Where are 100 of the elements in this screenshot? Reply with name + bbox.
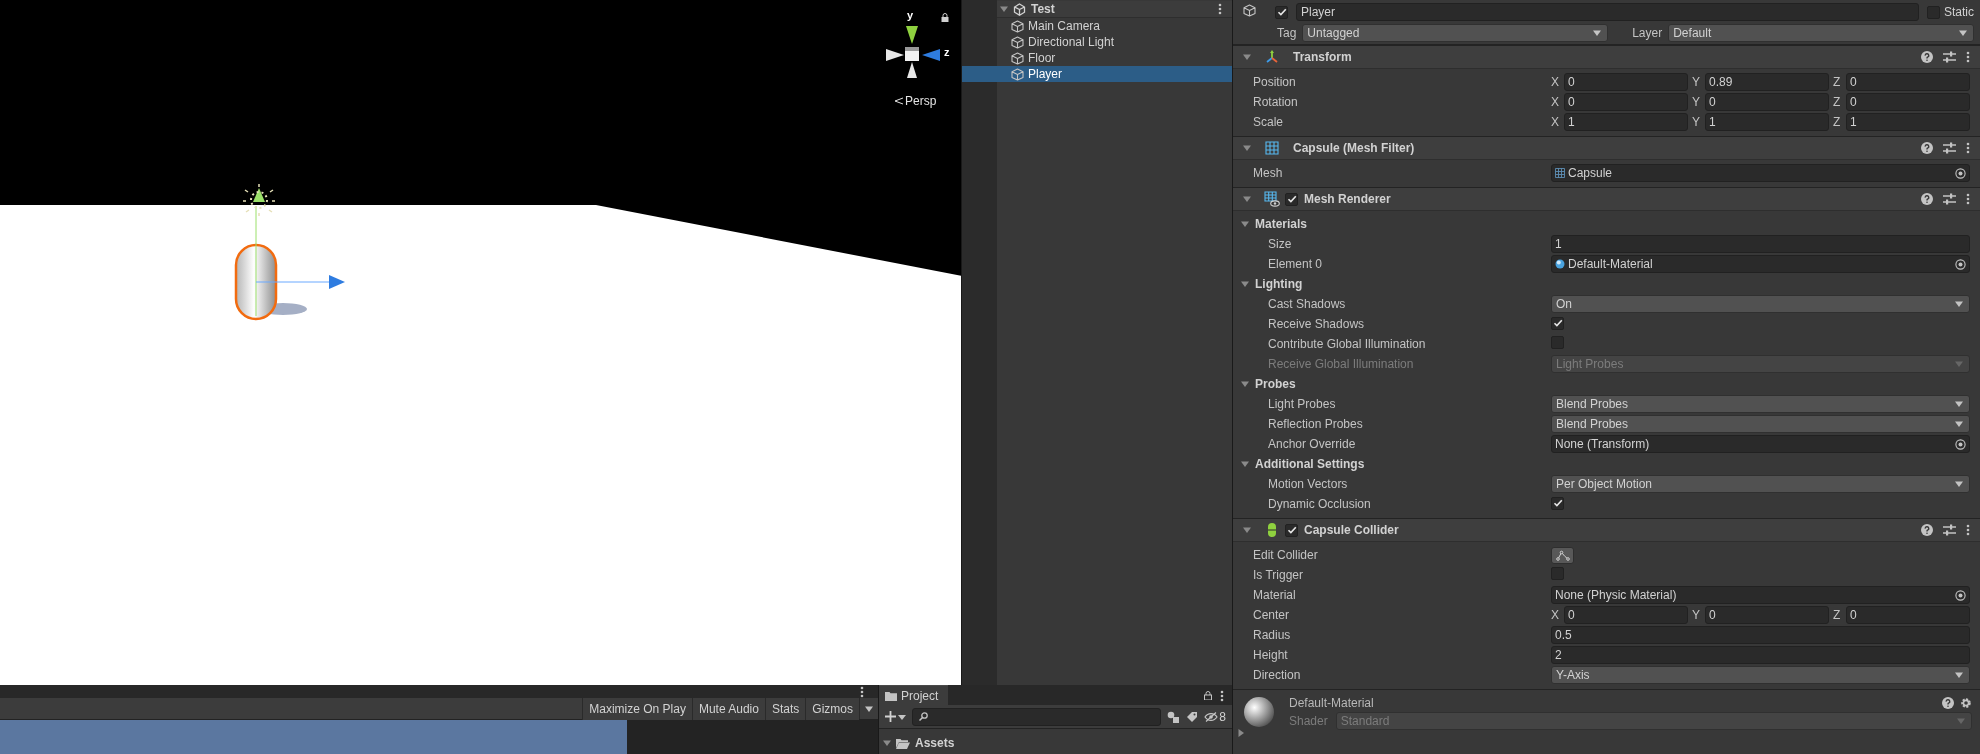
caret-icon[interactable] — [1000, 5, 1008, 13]
object-picker-icon[interactable] — [1955, 167, 1966, 179]
toolbar-button[interactable]: Stats — [764, 698, 806, 720]
caret-icon[interactable] — [1955, 480, 1963, 488]
layer-dropdown[interactable]: Default — [1668, 24, 1974, 42]
caret-icon[interactable] — [1241, 220, 1249, 228]
caret-icon[interactable] — [1237, 729, 1245, 737]
object-field[interactable]: None (Transform) — [1551, 435, 1970, 453]
caret-icon[interactable] — [1241, 380, 1249, 388]
more-menu-icon[interactable] — [860, 685, 864, 698]
help-icon[interactable] — [1942, 697, 1954, 709]
object-picker-icon[interactable] — [1955, 438, 1966, 450]
hidden-packages-count[interactable]: 8 — [1204, 709, 1226, 724]
more-menu-icon[interactable] — [1966, 193, 1970, 205]
tag-dropdown[interactable]: Untagged — [1302, 24, 1609, 42]
caret-icon[interactable] — [883, 739, 891, 747]
caret-icon[interactable] — [1955, 400, 1963, 408]
hierarchy-item[interactable]: Floor — [997, 50, 1232, 66]
object-field[interactable]: None (Physic Material) — [1551, 586, 1970, 604]
number-field[interactable]: 0 — [1846, 606, 1970, 624]
help-icon[interactable] — [1921, 524, 1933, 536]
more-menu-icon[interactable] — [1966, 142, 1970, 154]
toolbar-button[interactable]: Mute Audio — [691, 698, 765, 720]
lock-icon[interactable] — [1204, 691, 1212, 700]
caret-icon[interactable] — [1243, 144, 1251, 152]
component-header[interactable]: Mesh Renderer — [1233, 187, 1980, 211]
caret-icon[interactable] — [1955, 300, 1963, 308]
number-field[interactable]: 1 — [1564, 113, 1688, 131]
number-field[interactable]: 0 — [1564, 73, 1688, 91]
preset-sliders-icon[interactable] — [1943, 142, 1956, 154]
filter-type-icon[interactable] — [1167, 710, 1181, 723]
checkbox[interactable] — [1551, 496, 1564, 510]
shader-label: Shader — [1289, 714, 1328, 728]
more-menu-icon[interactable] — [1218, 3, 1222, 15]
caret-icon[interactable] — [1241, 460, 1249, 468]
caret-icon[interactable] — [1243, 53, 1251, 61]
object-picker-icon[interactable] — [1955, 258, 1966, 270]
dropdown[interactable]: Blend Probes — [1551, 415, 1970, 433]
preset-sliders-icon[interactable] — [1943, 193, 1956, 205]
more-menu-icon[interactable] — [1966, 51, 1970, 63]
caret-icon[interactable] — [1243, 526, 1251, 534]
checkbox[interactable] — [1285, 523, 1298, 537]
hierarchy-item[interactable]: Directional Light — [997, 34, 1232, 50]
light-icon[interactable] — [242, 183, 276, 217]
number-field[interactable]: 2 — [1551, 646, 1970, 664]
number-field[interactable]: 0 — [1846, 93, 1970, 111]
caret-icon[interactable] — [1241, 280, 1249, 288]
hierarchy-item[interactable]: Main Camera — [997, 18, 1232, 34]
dropdown[interactable]: Y-Axis — [1551, 666, 1970, 684]
axis-gizmo-icon[interactable] — [884, 24, 942, 80]
caret-icon[interactable] — [1959, 29, 1967, 37]
help-icon[interactable] — [1921, 193, 1933, 205]
object-picker-icon[interactable] — [1955, 589, 1966, 601]
more-menu-icon[interactable] — [1966, 524, 1970, 536]
caret-icon[interactable] — [898, 712, 906, 721]
settings-icon[interactable] — [1960, 697, 1972, 709]
number-field[interactable]: 1 — [1705, 113, 1829, 131]
lock-icon[interactable] — [941, 13, 949, 22]
projection-label[interactable]: Persp — [905, 94, 937, 108]
toolbar-button[interactable]: Gizmos — [805, 698, 859, 720]
dropdown[interactable]: Per Object Motion — [1551, 475, 1970, 493]
object-field[interactable]: Default-Material — [1551, 255, 1970, 273]
number-field[interactable]: 0 — [1564, 93, 1688, 111]
tag-icon[interactable] — [1186, 710, 1199, 723]
component-header[interactable]: Transform — [1233, 45, 1980, 69]
number-field[interactable]: 0.5 — [1551, 626, 1970, 644]
preset-sliders-icon[interactable] — [1943, 524, 1956, 536]
number-field[interactable]: 0 — [1705, 606, 1829, 624]
number-field[interactable]: 0.89 — [1705, 73, 1829, 91]
caret-icon[interactable] — [1955, 671, 1963, 679]
help-icon[interactable] — [1921, 51, 1933, 63]
project-tab[interactable]: Project — [879, 685, 949, 705]
preset-sliders-icon[interactable] — [1943, 51, 1956, 63]
checkbox[interactable] — [1285, 192, 1298, 206]
caret-icon[interactable] — [1955, 420, 1963, 428]
caret-icon[interactable] — [1243, 195, 1251, 203]
caret-icon[interactable] — [1593, 29, 1602, 37]
number-field[interactable]: 0 — [1846, 73, 1970, 91]
number-field[interactable]: 1 — [1551, 235, 1970, 253]
caret-icon[interactable] — [865, 704, 873, 713]
name-field[interactable]: Player — [1296, 3, 1919, 21]
folder-item[interactable]: Assets — [883, 735, 1232, 751]
dropdown[interactable]: On — [1551, 295, 1970, 313]
component-header[interactable]: Capsule Collider — [1233, 518, 1980, 542]
object-field[interactable]: Capsule — [1551, 164, 1970, 182]
edit-collider-button[interactable] — [1551, 546, 1574, 564]
hierarchy-item[interactable]: Player — [962, 66, 1232, 82]
plus-icon[interactable] — [885, 711, 896, 722]
search-field[interactable] — [912, 707, 1162, 726]
scene-view[interactable]: y z Persp — [0, 0, 962, 685]
number-field[interactable]: 0 — [1564, 606, 1688, 624]
component-header[interactable]: Capsule (Mesh Filter) — [1233, 136, 1980, 160]
number-field[interactable]: 0 — [1705, 93, 1829, 111]
help-icon[interactable] — [1921, 142, 1933, 154]
number-field[interactable]: 1 — [1846, 113, 1970, 131]
dropdown[interactable]: Blend Probes — [1551, 395, 1970, 413]
more-menu-icon[interactable] — [1220, 689, 1224, 702]
toolbar-button[interactable]: Maximize On Play — [582, 698, 692, 720]
checkbox[interactable] — [1551, 316, 1564, 330]
checkbox[interactable] — [1275, 5, 1288, 19]
